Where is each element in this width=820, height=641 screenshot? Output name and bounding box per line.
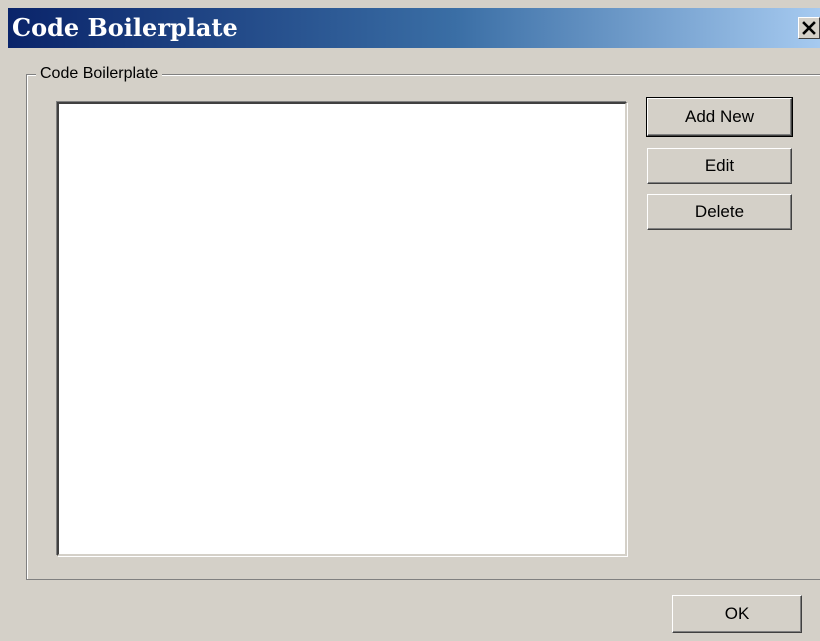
- boilerplate-list[interactable]: [57, 102, 627, 556]
- title-bar[interactable]: Code Boilerplate: [8, 8, 820, 48]
- close-icon: [802, 21, 816, 35]
- window-title: Code Boilerplate: [12, 13, 238, 42]
- groupbox-label: Code Boilerplate: [36, 64, 163, 84]
- ok-button[interactable]: OK: [672, 595, 802, 633]
- add-new-button[interactable]: Add New: [646, 97, 793, 137]
- edit-button[interactable]: Edit: [647, 148, 792, 184]
- delete-button[interactable]: Delete: [647, 194, 792, 230]
- code-boilerplate-dialog: Code Boilerplate Code Boilerplate Add Ne…: [0, 0, 820, 641]
- close-button[interactable]: [798, 17, 820, 39]
